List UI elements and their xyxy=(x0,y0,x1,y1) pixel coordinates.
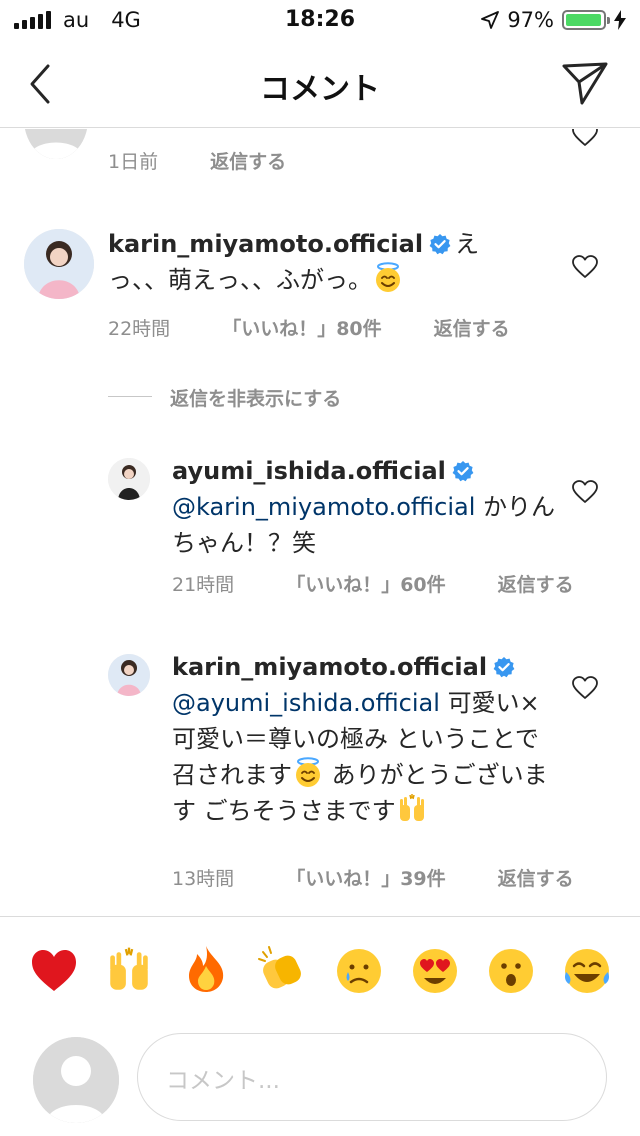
reply-meta: 13時間 「いいね！」39件 返信する xyxy=(172,864,626,891)
comment-meta: 22時間 「いいね！」80件 返信する xyxy=(108,314,562,341)
reply-username[interactable]: karin_miyamoto.official xyxy=(172,653,487,681)
status-right: 97% xyxy=(481,8,626,32)
paper-plane-icon xyxy=(562,62,608,105)
like-heart-icon[interactable] xyxy=(572,480,598,504)
verified-badge-icon xyxy=(429,233,451,255)
comments-list[interactable]: 1日前 返信する karin_miyamoto.official えっ、、萌えっ、… xyxy=(0,129,640,916)
comment-time: 22時間 xyxy=(108,318,171,340)
reply-username[interactable]: ayumi_ishida.official xyxy=(172,457,446,485)
mention-link[interactable]: @ayumi_ishida.official xyxy=(172,689,440,717)
battery-percent: 97% xyxy=(507,8,554,32)
reply-body: ayumi_ishida.official @karin_miyamoto.of… xyxy=(172,453,562,561)
heart-eyes-emoji-icon[interactable] xyxy=(410,946,460,996)
send-button[interactable] xyxy=(560,58,610,108)
reply-body: karin_miyamoto.official @ayumi_ishida.of… xyxy=(172,649,562,829)
reply-time: 21時間 xyxy=(172,574,235,596)
like-heart-icon[interactable] xyxy=(572,255,598,279)
avatar[interactable] xyxy=(108,654,150,696)
avatar[interactable] xyxy=(24,229,94,299)
verified-badge-icon xyxy=(493,656,515,678)
battery-fill xyxy=(566,14,601,26)
page-title: コメント xyxy=(260,72,380,107)
reply-button[interactable]: 返信する xyxy=(210,147,286,174)
comment-username[interactable]: karin_miyamoto.official xyxy=(108,230,423,258)
comment-meta: 1日前 返信する xyxy=(108,147,338,174)
reply-button[interactable]: 返信する xyxy=(498,570,574,597)
battery-icon xyxy=(562,10,610,30)
tears-of-joy-emoji-icon[interactable] xyxy=(562,946,612,996)
reply-meta: 21時間 「いいね！」60件 返信する xyxy=(172,570,626,597)
comment-time: 1日前 xyxy=(108,151,159,173)
raising-hands-emoji-icon[interactable] xyxy=(104,946,154,996)
verified-badge-icon xyxy=(452,460,474,482)
like-count[interactable]: 「いいね！」80件 xyxy=(222,314,381,341)
reply-time: 13時間 xyxy=(172,868,235,890)
divider xyxy=(108,396,152,397)
comment-input[interactable]: コメント... xyxy=(137,1033,607,1121)
like-count[interactable]: 「いいね！」60件 xyxy=(286,570,445,597)
clapping-hands-emoji-icon[interactable] xyxy=(257,944,307,994)
fire-emoji-icon[interactable] xyxy=(181,944,231,994)
reply-button[interactable]: 返信する xyxy=(434,314,510,341)
hide-replies-button[interactable]: 返信を非表示にする xyxy=(170,384,341,411)
charging-bolt-icon xyxy=(614,10,626,30)
surprised-face-emoji-icon[interactable] xyxy=(486,946,536,996)
crying-face-emoji-icon[interactable] xyxy=(334,946,384,996)
comment-body: karin_miyamoto.official えっ、、萌えっ、、ふがっ。 xyxy=(108,226,520,298)
comment-input-placeholder: コメント... xyxy=(166,1068,280,1094)
smiling-halo-emoji-icon xyxy=(292,757,324,789)
raising-hands-emoji-icon xyxy=(396,793,428,825)
divider xyxy=(0,916,640,917)
red-heart-emoji-icon[interactable] xyxy=(29,946,79,996)
avatar[interactable] xyxy=(108,458,150,500)
like-heart-icon[interactable] xyxy=(572,676,598,700)
like-heart-icon[interactable] xyxy=(572,129,598,147)
my-avatar xyxy=(33,1037,119,1123)
mention-link[interactable]: @karin_miyamoto.official xyxy=(172,493,475,521)
location-arrow-icon xyxy=(481,11,500,29)
reply-button[interactable]: 返信する xyxy=(498,864,574,891)
status-bar: au 4G 18:26 97% xyxy=(0,0,640,40)
avatar[interactable] xyxy=(24,129,88,159)
smiling-halo-emoji-icon xyxy=(372,262,404,294)
like-count[interactable]: 「いいね！」39件 xyxy=(286,864,445,891)
quick-reactions-bar xyxy=(0,938,640,1004)
header-bar: コメント xyxy=(0,40,640,128)
